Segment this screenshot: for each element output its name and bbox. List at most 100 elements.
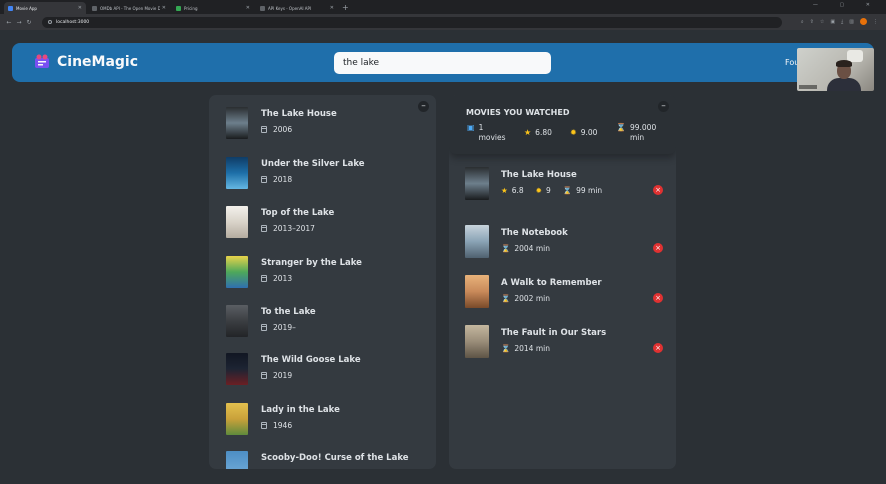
navbar: CineMagic Fou (12, 43, 874, 82)
bookmark-star-icon[interactable]: ☆ (820, 19, 824, 25)
collapse-watched-button[interactable]: – (658, 101, 669, 112)
runtime: 2014 min (514, 344, 550, 353)
watched-movie-item[interactable]: A Walk to Remember ⌛ 2002 min × (449, 275, 676, 319)
movie-list-item[interactable]: Top of the Lake 2013–2017 (209, 206, 436, 252)
movie-title: The Fault in Our Stars (501, 328, 607, 338)
url-field[interactable]: localhost:3000 (42, 16, 782, 28)
movie-year: 1946 (261, 421, 292, 430)
search-input[interactable] (334, 52, 551, 74)
movie-year-text: 2019– (273, 323, 296, 332)
tab-close-icon[interactable]: ✕ (246, 5, 250, 11)
browser-tab[interactable]: Pricing ✕ (172, 2, 254, 14)
movie-title: A Walk to Remember (501, 278, 602, 288)
webcam-person-hair (836, 60, 852, 67)
movie-title: Lady in the Lake (261, 405, 340, 415)
movie-list-item[interactable]: Lady in the Lake 1946 (209, 403, 436, 449)
app-root: CineMagic Fou – The Lake House 2006 Unde… (0, 30, 886, 484)
movie-stats: ⌛ 2002 min (501, 294, 554, 303)
watched-movie-item[interactable]: The Fault in Our Stars ⌛ 2014 min × (449, 325, 676, 369)
calendar-icon (261, 225, 267, 232)
avg-user-rating-stat: ✹ 9.00 (570, 128, 597, 138)
watched-count-unit: movies (478, 133, 506, 142)
movie-year-text: 2018 (273, 175, 293, 184)
movie-list-item[interactable]: To the Lake 2019– (209, 305, 436, 351)
movie-list-item[interactable]: Under the Silver Lake 2018 (209, 157, 436, 203)
movie-year: 2018 (261, 175, 292, 184)
reload-icon[interactable]: ↻ (24, 19, 34, 26)
summary-title: MOVIES YOU WATCHED (466, 108, 570, 117)
movie-poster (226, 305, 248, 337)
url-text: localhost:3000 (56, 19, 90, 25)
back-icon[interactable]: ← (4, 19, 14, 26)
browser-tab-bar: Movie App ✕ OMDb API - The Open Movie D … (0, 0, 886, 14)
tab-label: Movie App (16, 5, 37, 11)
movie-year: 2006 (261, 125, 292, 134)
movie-poster (226, 157, 248, 189)
download-icon[interactable]: ⤓ (841, 19, 843, 25)
new-tab-button[interactable]: + (342, 2, 349, 14)
site-info-icon[interactable] (48, 20, 52, 24)
delete-watched-button[interactable]: × (653, 185, 663, 195)
tab-close-icon[interactable]: ✕ (78, 5, 82, 11)
movie-title: Stranger by the Lake (261, 258, 362, 268)
brand-title: CineMagic (57, 54, 139, 70)
movie-list-item[interactable]: Scooby-Doo! Curse of the Lake (209, 451, 436, 469)
hourglass-icon: ⌛ (501, 294, 511, 303)
browser-tab[interactable]: OMDb API - The Open Movie D ✕ (88, 2, 170, 14)
sidepanel-icon[interactable]: ▥ (849, 19, 854, 25)
browser-menu-icon[interactable]: ⋮ (873, 19, 878, 25)
movie-poster (465, 225, 489, 258)
hourglass-icon: ⌛ (616, 123, 626, 132)
tab-favicon-icon (8, 5, 13, 11)
delete-watched-button[interactable]: × (653, 343, 663, 353)
avg-runtime: 99.000 (629, 123, 657, 132)
hourglass-icon: ⌛ (501, 244, 511, 253)
watched-movie-item[interactable]: The Notebook ⌛ 2004 min × (449, 225, 676, 269)
star-icon: ★ (524, 128, 532, 137)
movie-list-item[interactable]: The Wild Goose Lake 2019 (209, 353, 436, 399)
delete-watched-button[interactable]: × (653, 243, 663, 253)
tab-close-icon[interactable]: ✕ (162, 5, 166, 11)
movie-title: Top of the Lake (261, 208, 335, 218)
avg-runtime-stat: ⌛ 99.000 min (616, 123, 656, 143)
movie-list-item[interactable]: Stranger by the Lake 2013 (209, 256, 436, 302)
profile-avatar[interactable] (860, 18, 867, 25)
watched-movie-item[interactable]: The Lake House ★ 6.8 ✹ 9 ⌛ 99 min × (449, 167, 676, 211)
search-results-box: – The Lake House 2006 Under the Silver L… (209, 95, 436, 469)
avg-runtime-unit: min (629, 133, 645, 142)
avg-user-rating: 9.00 (580, 128, 598, 137)
movie-year-text: 1946 (273, 421, 293, 430)
tab-close-icon[interactable]: ✕ (330, 5, 334, 11)
browser-tab[interactable]: Movie App ✕ (4, 2, 86, 14)
movie-poster (226, 107, 248, 139)
calendar-icon (261, 126, 267, 133)
movie-list-item[interactable]: The Lake House 2006 (209, 107, 436, 153)
movie-title: The Lake House (261, 109, 337, 119)
zoom-icon[interactable]: ⌕ (801, 19, 804, 25)
watched-count: 1 (478, 123, 484, 132)
movie-poster (226, 206, 248, 238)
movie-year: 2019 (261, 371, 292, 380)
movie-title: Scooby-Doo! Curse of the Lake (261, 453, 409, 463)
hourglass-icon: ⌛ (501, 344, 511, 353)
tab-favicon-icon (176, 5, 181, 11)
movie-year: 2013 (261, 274, 292, 283)
browser-tab[interactable]: API Keys - OpenAI API ✕ (256, 2, 338, 14)
collapse-results-button[interactable]: – (418, 101, 429, 112)
hourglass-icon: ⌛ (562, 186, 573, 195)
webcam-overlay (797, 48, 874, 91)
movie-year-text: 2019 (273, 371, 293, 380)
imdb-rating: 6.8 (511, 186, 524, 195)
share-icon[interactable]: ⇪ (810, 19, 814, 25)
forward-icon[interactable]: → (14, 19, 24, 26)
movie-title: To the Lake (261, 307, 316, 317)
window-controls[interactable]: — ▢ ✕ (813, 2, 880, 8)
extensions-icon[interactable]: ▣ (830, 19, 835, 25)
movie-poster (465, 275, 489, 308)
movie-stats: ★ 6.8 ✹ 9 ⌛ 99 min (501, 186, 606, 195)
tab-label: Pricing (184, 5, 198, 11)
delete-watched-button[interactable]: × (653, 293, 663, 303)
calendar-icon (261, 422, 267, 429)
avg-imdb-rating-stat: ★ 6.80 (524, 128, 552, 138)
movie-year-text: 2013 (273, 274, 293, 283)
